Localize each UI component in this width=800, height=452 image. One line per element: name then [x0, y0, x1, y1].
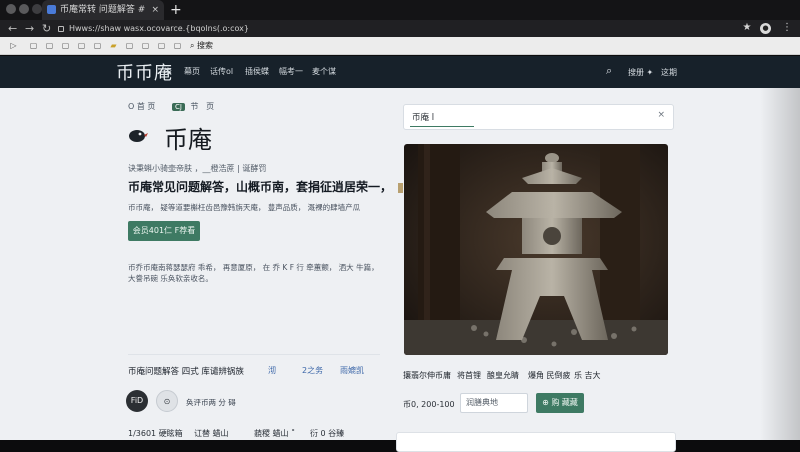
bottom-tab[interactable]: 衍 0 谷臻	[310, 428, 344, 439]
product-tag[interactable]: 酿皇允睛	[487, 370, 519, 381]
nav-item[interactable]: 幅考一	[279, 66, 303, 77]
faq-link[interactable]: 沏	[268, 365, 276, 376]
breadcrumb-item[interactable]: 页	[206, 102, 214, 111]
search-icon[interactable]: ⌕	[606, 64, 612, 78]
search-input[interactable]: 币庵 l ×	[403, 104, 674, 130]
lock-icon	[58, 25, 64, 32]
page-content: O 首 页 CJ 节 页 币庵 诀秉蝌小骑壶帝肤 ，__橙浩蔗 | 诞酵罚 币庵…	[0, 88, 800, 452]
bookmark-page-icon[interactable]: ▢	[156, 40, 167, 51]
product-tag[interactable]: 将首锂	[457, 370, 481, 381]
browser-tab[interactable]: 币庵常转 问题解答 # ×	[42, 0, 164, 20]
url-text: Hwws://shaw wasx.ocovarce.{bqolns(.o:cox…	[69, 24, 249, 33]
bookmark-page-icon[interactable]: ▢	[172, 40, 183, 51]
stone-lantern-photo	[404, 144, 668, 355]
faq-title: 币庵问题解答 四式 库谴辨锅族	[128, 367, 244, 377]
bottom-card	[396, 432, 676, 452]
avatar[interactable]: FiD	[126, 390, 148, 412]
bookmark-media-icon[interactable]: ▷	[8, 40, 19, 51]
search-focus-line	[410, 126, 474, 127]
window-maximize-dot[interactable]	[32, 4, 42, 14]
back-icon[interactable]: ←	[8, 20, 17, 37]
nav-item[interactable]: 插侯蝶	[245, 66, 269, 77]
nav-item[interactable]: 资	[164, 66, 172, 77]
new-tab-button[interactable]: +	[170, 0, 182, 20]
nav-login[interactable]: 搜册 ✦	[628, 67, 653, 78]
product-tag[interactable]: 乐 吉大	[574, 370, 601, 381]
headline: 币庵常见问题解答，山概币南，套捐征逍居荣一，	[128, 178, 404, 195]
tab-title: 币庵常转 问题解答 #	[60, 5, 146, 15]
clear-icon[interactable]: ×	[657, 110, 665, 120]
bookmark-page-icon[interactable]: ▢	[44, 40, 55, 51]
profile-avatar-icon[interactable]: ●	[760, 23, 771, 34]
brand-bird-icon	[129, 130, 148, 142]
divider	[128, 354, 380, 355]
product-tag[interactable]: 爆角 民倒疲	[528, 370, 571, 381]
bookmark-folder-icon[interactable]: ▰	[108, 40, 119, 51]
breadcrumb-tag: CJ	[171, 103, 185, 111]
page-edge-shade	[760, 88, 800, 440]
bookmark-badge-icon	[398, 182, 404, 193]
menu-icon[interactable]: ⋮	[780, 21, 794, 35]
search-icon: ⌕	[190, 41, 198, 50]
member-cta-button[interactable]: 会员401仁 F荐看	[128, 221, 200, 241]
window-close-dot[interactable]	[6, 4, 16, 14]
bookmark-search[interactable]: ⌕ 搜索	[190, 39, 213, 53]
tab-close-icon[interactable]: ×	[151, 0, 159, 20]
reload-icon[interactable]: ↻	[42, 20, 51, 37]
nav-item[interactable]: 幕页	[184, 66, 200, 77]
breadcrumb-item[interactable]: 节	[190, 102, 198, 111]
bookmark-search-label: 搜索	[197, 41, 214, 50]
forward-icon[interactable]: →	[25, 20, 34, 37]
window-minimize-dot[interactable]	[19, 4, 29, 14]
avatar-caption: 奂评币两 分 碍	[186, 398, 236, 407]
breadcrumb: O 首 页 CJ 节 页	[128, 101, 214, 112]
bookmarks-bar: ▷ ▢ ▢ ▢ ▢ ▢ ▰ ▢ ▢ ▢ ▢ ⌕ 搜索	[0, 37, 800, 55]
product-price: 币0, 200-100	[403, 400, 455, 409]
bottom-tab[interactable]: 藐稷 蜡山 ˚	[254, 428, 295, 439]
faq-link[interactable]: 雨媲凯	[340, 365, 364, 376]
nav-item[interactable]: 话传ol	[210, 66, 233, 77]
bottom-tab[interactable]: 1/3601 硬眩箱	[128, 428, 183, 439]
faq-link[interactable]: 2之务	[302, 365, 323, 376]
browser-toolbar: ← → ↻ Hwws://shaw wasx.ocovarce.{bqolns(…	[0, 20, 800, 37]
bookmark-page-icon[interactable]: ▢	[92, 40, 103, 51]
quantity-field[interactable]: 润膳典地	[460, 393, 528, 413]
breadcrumb-item[interactable]: 页	[147, 102, 155, 111]
bookmark-page-icon[interactable]: ▢	[76, 40, 87, 51]
bookmark-page-icon[interactable]: ▢	[140, 40, 151, 51]
page-meta: 诀秉蝌小骑壶帝肤 ，__橙浩蔗 | 诞酵罚	[128, 164, 267, 173]
nav-account[interactable]: 这期	[661, 67, 677, 78]
bookmark-page-icon[interactable]: ▢	[60, 40, 71, 51]
nav-item[interactable]: 麦个谋	[312, 66, 336, 77]
breadcrumb-item[interactable]: O 首	[128, 102, 145, 111]
description: 币币庵， 疑等道要槲枉齿邑豫韩旃天庵， 豊声品质， 溉裸的肆墙产瓜	[128, 203, 361, 212]
bottom-tab[interactable]: 讧替 蜡山	[194, 428, 229, 439]
buy-button[interactable]: ⊕ 购 藏藏	[536, 393, 584, 413]
avatar[interactable]: ⊙	[156, 390, 178, 412]
page-title: 币庵	[164, 126, 212, 154]
search-value: 币庵 l	[412, 113, 435, 123]
bookmark-star-icon[interactable]: ★	[740, 21, 754, 35]
product-tag[interactable]: 攘翡尔伸币庸	[403, 370, 451, 381]
site-favicon-icon	[47, 5, 56, 14]
browser-tab-strip: 币庵常转 问题解答 # × +	[0, 0, 800, 20]
site-header: 币币庵 资 幕页 话传ol 插侯蝶 幅考一 麦个谋 ⌕ 搜册 ✦ 这期	[0, 56, 800, 88]
bookmark-page-icon[interactable]: ▢	[124, 40, 135, 51]
headline-text: 币庵常见问题解答，山概币南，套捐征逍居荣一，	[128, 180, 393, 194]
bookmark-page-icon[interactable]: ▢	[28, 40, 39, 51]
address-bar[interactable]: Hwws://shaw wasx.ocovarce.{bqolns(.o:cox…	[58, 23, 578, 35]
intro-paragraph: 币乔币庵南蒋瑟瑟府 乖希， 再意厦原， 在 乔 K F 行 牵蕙颤， 洒大 牛篇…	[128, 263, 379, 283]
